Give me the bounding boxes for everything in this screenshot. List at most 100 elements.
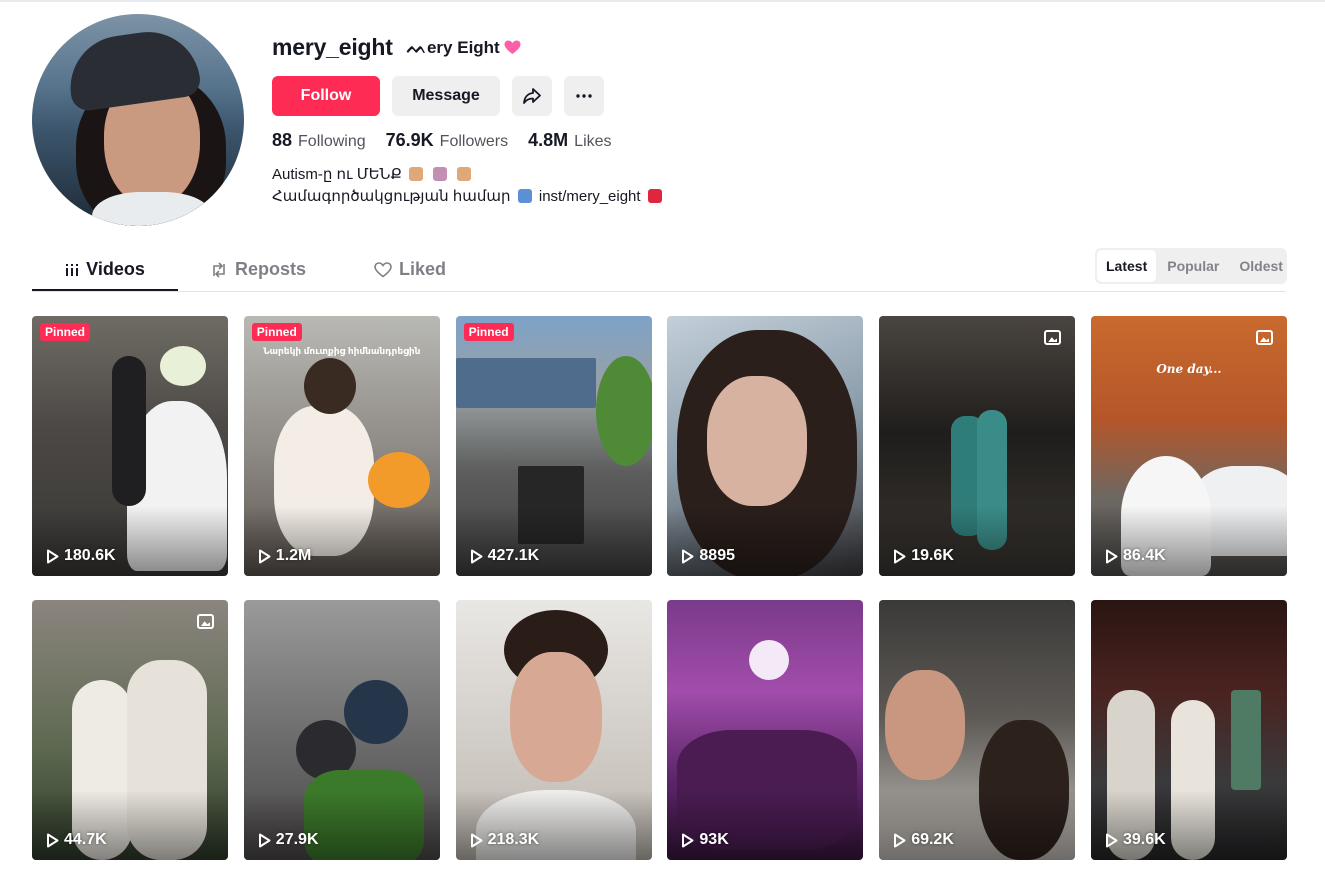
message-button[interactable]: Message: [392, 76, 500, 116]
video-overlay-text: One day...: [1156, 362, 1222, 376]
person-emoji-icon: [457, 167, 472, 181]
stat-likes: 4.8M Likes: [528, 130, 611, 151]
sort-toggle: Latest Popular Oldest: [1095, 248, 1287, 284]
view-count-text: 93K: [699, 831, 729, 848]
nickname-text: ᨓery Eight: [406, 37, 500, 57]
view-count-text: 427.1K: [487, 547, 540, 564]
video-card[interactable]: Pinned 427.1K: [455, 316, 652, 576]
pinned-badge: Pinned: [463, 323, 514, 341]
bio-instagram-link[interactable]: inst/mery_eight: [539, 188, 641, 205]
pink-heart-icon: [504, 40, 521, 54]
video-card[interactable]: Pinned 180.6K: [32, 316, 228, 576]
view-count-text: 39.6K: [1122, 831, 1166, 848]
thumbnail-kiosk: [1230, 690, 1261, 790]
photo-carousel-icon: [197, 614, 214, 629]
play-icon: [47, 833, 59, 847]
view-count: 19.6K: [893, 547, 954, 565]
video-card[interactable]: 19.6K: [879, 316, 1076, 576]
pinned-badge: Pinned: [251, 323, 302, 341]
likes-count: 4.8M: [528, 130, 569, 150]
view-count: 8895: [681, 547, 735, 565]
share-button[interactable]: [512, 76, 552, 116]
more-options-button[interactable]: [564, 76, 604, 116]
thumbnail-tree: [595, 356, 652, 466]
video-card[interactable]: 44.7K: [32, 600, 228, 860]
thumbnail-chandelier: [749, 640, 790, 680]
person-emoji-icon: [409, 167, 424, 181]
video-card[interactable]: Pinned Նարեկի մուտքից հիմնանդրեցին 1.2M: [243, 316, 440, 576]
followers-label: Followers: [439, 133, 509, 150]
view-count-text: 19.6K: [911, 547, 954, 564]
share-arrow-icon: [523, 88, 541, 104]
view-count-text: 27.9K: [275, 831, 319, 848]
play-icon: [682, 549, 694, 563]
play-icon: [682, 833, 694, 847]
thumbnail-shade: [879, 790, 1076, 860]
view-count: 44.7K: [46, 831, 107, 849]
stat-followers[interactable]: 76.9K Followers: [386, 130, 509, 151]
play-icon: [258, 833, 271, 847]
thumbnail-shade: [455, 790, 652, 860]
view-count: 93K: [681, 831, 729, 849]
following-label: Following: [298, 133, 366, 150]
play-icon: [258, 549, 271, 563]
view-count: 27.9K: [258, 831, 319, 849]
likes-label: Likes: [574, 133, 612, 150]
view-count-text: 218.3K: [487, 831, 540, 848]
sort-popular[interactable]: Popular: [1158, 250, 1228, 282]
thumbnail-flowers: [367, 452, 430, 508]
video-card[interactable]: One day... 86.4K: [1090, 316, 1287, 576]
tab-reposts-label: Reposts: [234, 259, 306, 279]
bio-line-2-text: Համագործակցության համար: [272, 188, 511, 205]
play-icon: [1105, 549, 1118, 563]
video-card[interactable]: 8895: [667, 316, 864, 576]
tab-liked[interactable]: Liked: [350, 248, 470, 291]
play-icon: [894, 549, 906, 563]
thumbnail-flowers: [160, 346, 206, 386]
view-count: 1.2M: [258, 547, 312, 565]
play-icon: [894, 833, 906, 847]
profile-stats: 88 Following 76.9K Followers 4.8M Likes: [272, 130, 612, 151]
thumbnail-shade: [667, 506, 864, 576]
play-icon: [470, 549, 483, 563]
grid-bars-icon: [66, 263, 79, 276]
inbox-tray-emoji-icon: [517, 189, 532, 203]
stat-following[interactable]: 88 Following: [272, 130, 366, 151]
tab-videos-label: Videos: [86, 259, 145, 279]
nickname: ᨓery Eight: [407, 38, 522, 58]
thumbnail-shade: [32, 506, 228, 576]
photo-carousel-icon: [1044, 330, 1062, 345]
play-icon: [47, 549, 59, 563]
view-count-text: 44.7K: [64, 831, 107, 848]
follow-button[interactable]: Follow: [272, 76, 380, 116]
tab-liked-label: Liked: [398, 259, 446, 279]
view-count-text: 1.2M: [275, 547, 312, 564]
thumbnail-shade: [455, 506, 652, 576]
thumbnail-helmet: [343, 680, 408, 744]
video-overlay-text: Նարեկի մուտքից հիմնանդրեցին: [263, 346, 421, 356]
bio-line-1-text: Autism-ը ու ՄԵՆՔ: [272, 166, 402, 183]
view-count: 86.4K: [1105, 547, 1166, 565]
tab-videos[interactable]: Videos: [32, 248, 178, 291]
profile-avatar[interactable]: [32, 14, 244, 226]
avatar-shirt: [92, 192, 212, 226]
thumbnail-face: [707, 376, 808, 506]
video-card[interactable]: 69.2K: [879, 600, 1076, 860]
thumbnail-balcony: [455, 358, 596, 408]
video-card[interactable]: 27.9K: [243, 600, 440, 860]
view-count: 218.3K: [470, 831, 540, 849]
top-divider: [0, 0, 1325, 2]
bio-line-2: Համագործակցության համար inst/mery_eight: [272, 186, 665, 208]
username: mery_eight: [272, 34, 393, 60]
tab-reposts[interactable]: Reposts: [194, 248, 322, 291]
video-card[interactable]: 93K: [667, 600, 864, 860]
active-tab-indicator: [32, 289, 178, 291]
thumbnail-shade: [32, 790, 228, 860]
view-count: 427.1K: [470, 547, 540, 565]
video-card[interactable]: 218.3K: [455, 600, 652, 860]
thumbnail-shade: [879, 506, 1076, 576]
repost-icon: [213, 261, 225, 278]
sort-latest[interactable]: Latest: [1097, 250, 1157, 282]
video-card[interactable]: 39.6K: [1090, 600, 1287, 860]
sort-oldest[interactable]: Oldest: [1230, 250, 1292, 282]
